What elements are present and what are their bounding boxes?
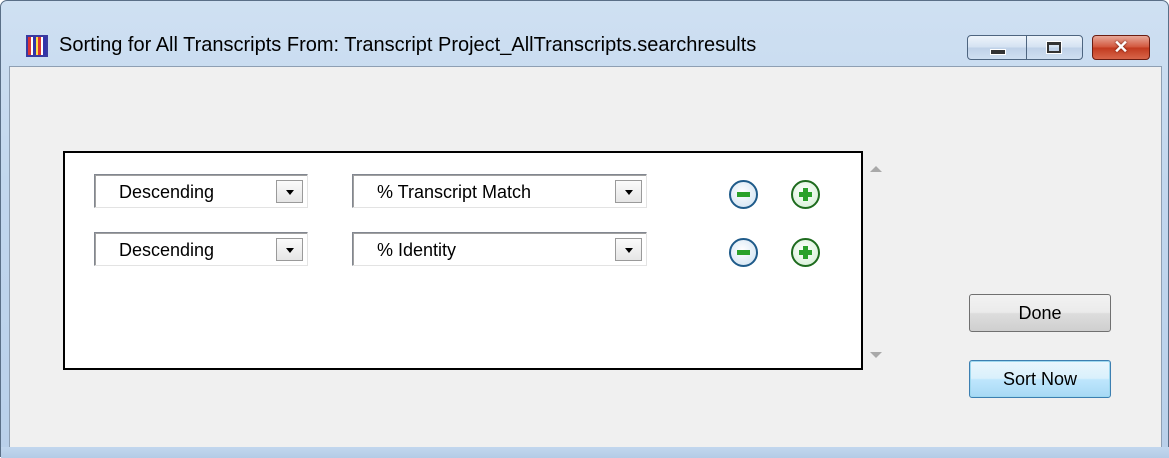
rules-scrollbar[interactable] <box>863 152 889 370</box>
dropdown-arrow-button[interactable] <box>615 238 642 261</box>
chevron-down-icon <box>625 190 633 195</box>
sort-order-value-1: Descending <box>119 182 215 202</box>
add-rule-button-2[interactable] <box>791 238 820 267</box>
window-bottom-border <box>1 447 1169 458</box>
sort-field-value-1: % Transcript Match <box>377 182 532 202</box>
plus-icon-vertical <box>803 188 808 201</box>
title-bar[interactable]: Sorting for All Transcripts From: Transc… <box>1 1 1168 61</box>
done-button[interactable]: Done <box>969 294 1111 332</box>
sort-rules-panel: Descending % Transcript Match Descending <box>63 151 863 370</box>
dropdown-arrow-button[interactable] <box>276 238 303 261</box>
sort-order-dropdown-1[interactable]: Descending <box>94 174 308 208</box>
scroll-up-arrow-icon[interactable] <box>870 166 882 172</box>
minimize-icon <box>991 50 1005 54</box>
minimize-button[interactable] <box>967 35 1027 60</box>
sort-order-value-2: Descending <box>119 240 215 260</box>
sort-field-dropdown-1[interactable]: % Transcript Match <box>352 174 647 208</box>
dropdown-arrow-button[interactable] <box>615 180 642 203</box>
dropdown-arrow-button[interactable] <box>276 180 303 203</box>
grid-app-icon <box>26 35 48 57</box>
sorting-dialog-window: Sorting for All Transcripts From: Transc… <box>0 0 1169 458</box>
remove-rule-button-1[interactable] <box>729 180 758 209</box>
add-rule-button-1[interactable] <box>791 180 820 209</box>
maximize-button[interactable] <box>1026 35 1083 60</box>
minus-icon <box>737 192 750 197</box>
close-button[interactable]: ✕ <box>1092 35 1150 60</box>
sort-now-button[interactable]: Sort Now <box>969 360 1111 398</box>
sort-field-dropdown-2[interactable]: % Identity <box>352 232 647 266</box>
window-title: Sorting for All Transcripts From: Transc… <box>59 34 757 56</box>
plus-icon-vertical <box>803 246 808 259</box>
scroll-down-arrow-icon[interactable] <box>870 352 882 358</box>
maximize-icon <box>1047 42 1061 53</box>
sort-field-value-2: % Identity <box>377 240 457 260</box>
chevron-down-icon <box>625 248 633 253</box>
sort-order-dropdown-2[interactable]: Descending <box>94 232 308 266</box>
remove-rule-button-2[interactable] <box>729 238 758 267</box>
chevron-down-icon <box>286 248 294 253</box>
chevron-down-icon <box>286 190 294 195</box>
minus-icon <box>737 250 750 255</box>
close-icon: ✕ <box>1113 37 1129 57</box>
